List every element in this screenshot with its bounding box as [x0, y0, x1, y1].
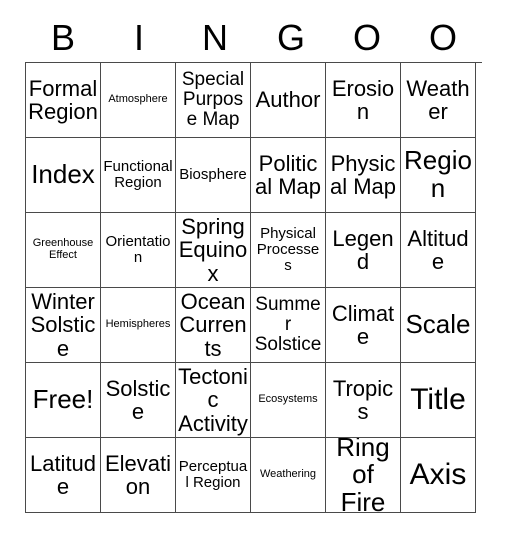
bingo-cell[interactable]: Climate [326, 288, 401, 363]
bingo-cell-label: Atmosphere [108, 93, 168, 106]
bingo-cell-label: Greenhouse Effect [32, 237, 94, 261]
bingo-cell[interactable]: Perceptual Region [176, 438, 251, 513]
bingo-cell[interactable]: Scale [401, 288, 476, 363]
bingo-cell-label: Perceptual Region [178, 458, 248, 491]
bingo-cell[interactable]: Elevation [101, 438, 176, 513]
bingo-cell-label: Functional Region [103, 158, 173, 191]
bingo-cell[interactable]: Biosphere [176, 138, 251, 213]
bingo-cell-label: Special Purpose Map [181, 68, 245, 131]
header-letter-2: N [202, 17, 228, 58]
bingo-cell[interactable]: Ecosystems [251, 363, 326, 438]
bingo-cell[interactable]: Weather [401, 63, 476, 138]
bingo-cell-label: Physical Processes [256, 225, 320, 274]
bingo-cell[interactable]: Region [401, 138, 476, 213]
bingo-cell-free[interactable]: Free! [26, 363, 101, 438]
bingo-cell[interactable]: Greenhouse Effect [26, 213, 101, 288]
bingo-row: Index Functional Region Biosphere Politi… [26, 138, 482, 213]
bingo-cell[interactable]: Functional Region [101, 138, 176, 213]
bingo-cell-label: Hemispheres [105, 318, 171, 331]
bingo-cell[interactable]: Special Purpose Map [176, 63, 251, 138]
bingo-cell[interactable]: Physical Map [326, 138, 401, 213]
bingo-cell-label: Elevation [104, 450, 172, 499]
bingo-cell-label: Author [255, 87, 321, 113]
bingo-cell[interactable]: Hemispheres [101, 288, 176, 363]
bingo-cell-label: Summer Solstice [254, 293, 322, 356]
bingo-row: Latitude Elevation Perceptual Region Wea… [26, 438, 482, 513]
bingo-cell-label: Tectonic Activity [178, 364, 248, 436]
header-letter-5: O [428, 17, 457, 58]
bingo-cell[interactable]: Axis [401, 438, 476, 513]
header-letter-1: I [133, 17, 144, 58]
bingo-row: Free! Solstice Tectonic Activity Ecosyst… [26, 363, 482, 438]
bingo-cell-label: Solstice [105, 375, 171, 424]
header-letter-0: B [50, 17, 75, 58]
bingo-grid: Formal Region Atmosphere Special Purpose… [25, 62, 482, 513]
bingo-cell-label: Index [31, 159, 95, 190]
bingo-cell[interactable]: Atmosphere [101, 63, 176, 138]
bingo-cell[interactable]: Solstice [101, 363, 176, 438]
bingo-cell[interactable]: Legend [326, 213, 401, 288]
bingo-cell-label: Climate [331, 300, 395, 349]
bingo-cell-label: Tropics [332, 375, 394, 424]
bingo-cell-label: Altitude [407, 225, 469, 274]
bingo-cell-label: Scale [405, 309, 471, 340]
bingo-header-row: B I N G O O [25, 14, 481, 62]
bingo-cell-label: Latitude [29, 450, 97, 499]
bingo-cell-label: Spring Equinox [178, 214, 248, 286]
header-letter-3: G [276, 17, 305, 58]
bingo-cell-label: Free! [32, 384, 94, 415]
bingo-cell-label: Erosion [331, 75, 395, 124]
bingo-cell[interactable]: Ocean Currents [176, 288, 251, 363]
bingo-cell-label: Physical Map [329, 150, 397, 199]
bingo-cell[interactable]: Altitude [401, 213, 476, 288]
bingo-cell[interactable]: Summer Solstice [251, 288, 326, 363]
bingo-cell[interactable]: Erosion [326, 63, 401, 138]
bingo-cell[interactable]: Spring Equinox [176, 213, 251, 288]
bingo-cell[interactable]: Formal Region [26, 63, 101, 138]
bingo-cell[interactable]: Index [26, 138, 101, 213]
bingo-cell[interactable]: Political Map [251, 138, 326, 213]
bingo-cell[interactable]: Tropics [326, 363, 401, 438]
bingo-cell-label: Formal Region [28, 75, 98, 124]
bingo-cell-label: Political Map [254, 150, 322, 199]
bingo-cell[interactable]: Physical Processes [251, 213, 326, 288]
bingo-cell[interactable]: Orientation [101, 213, 176, 288]
bingo-cell-label: Title [410, 383, 466, 417]
bingo-row: Winter Solstice Hemispheres Ocean Curren… [26, 288, 482, 363]
bingo-cell-label: Ring of Fire [336, 438, 390, 513]
header-letter-4: O [352, 17, 381, 58]
bingo-cell[interactable]: Title [401, 363, 476, 438]
bingo-cell-label: Biosphere [179, 166, 247, 184]
bingo-cell[interactable]: Author [251, 63, 326, 138]
bingo-cell[interactable]: Ring of Fire [326, 438, 401, 513]
bingo-cell-label: Ecosystems [258, 393, 318, 406]
bingo-row: Formal Region Atmosphere Special Purpose… [26, 63, 482, 138]
bingo-cell-label: Axis [409, 458, 467, 492]
bingo-cell-label: Weathering [259, 468, 317, 481]
bingo-cell[interactable]: Weathering [251, 438, 326, 513]
bingo-cell[interactable]: Latitude [26, 438, 101, 513]
bingo-cell-label: Orientation [105, 233, 171, 266]
bingo-cell-label: Weather [406, 75, 470, 124]
bingo-card: B I N G O O Formal Region Atmosphere Spe… [25, 14, 482, 513]
bingo-cell-label: Legend [332, 225, 394, 274]
bingo-cell[interactable]: Tectonic Activity [176, 363, 251, 438]
bingo-cell-label: Ocean Currents [179, 289, 247, 361]
bingo-cell-label: Winter Solstice [30, 289, 96, 361]
bingo-row: Greenhouse Effect Orientation Spring Equ… [26, 213, 482, 288]
bingo-cell-label: Region [404, 145, 472, 203]
bingo-cell[interactable]: Winter Solstice [26, 288, 101, 363]
